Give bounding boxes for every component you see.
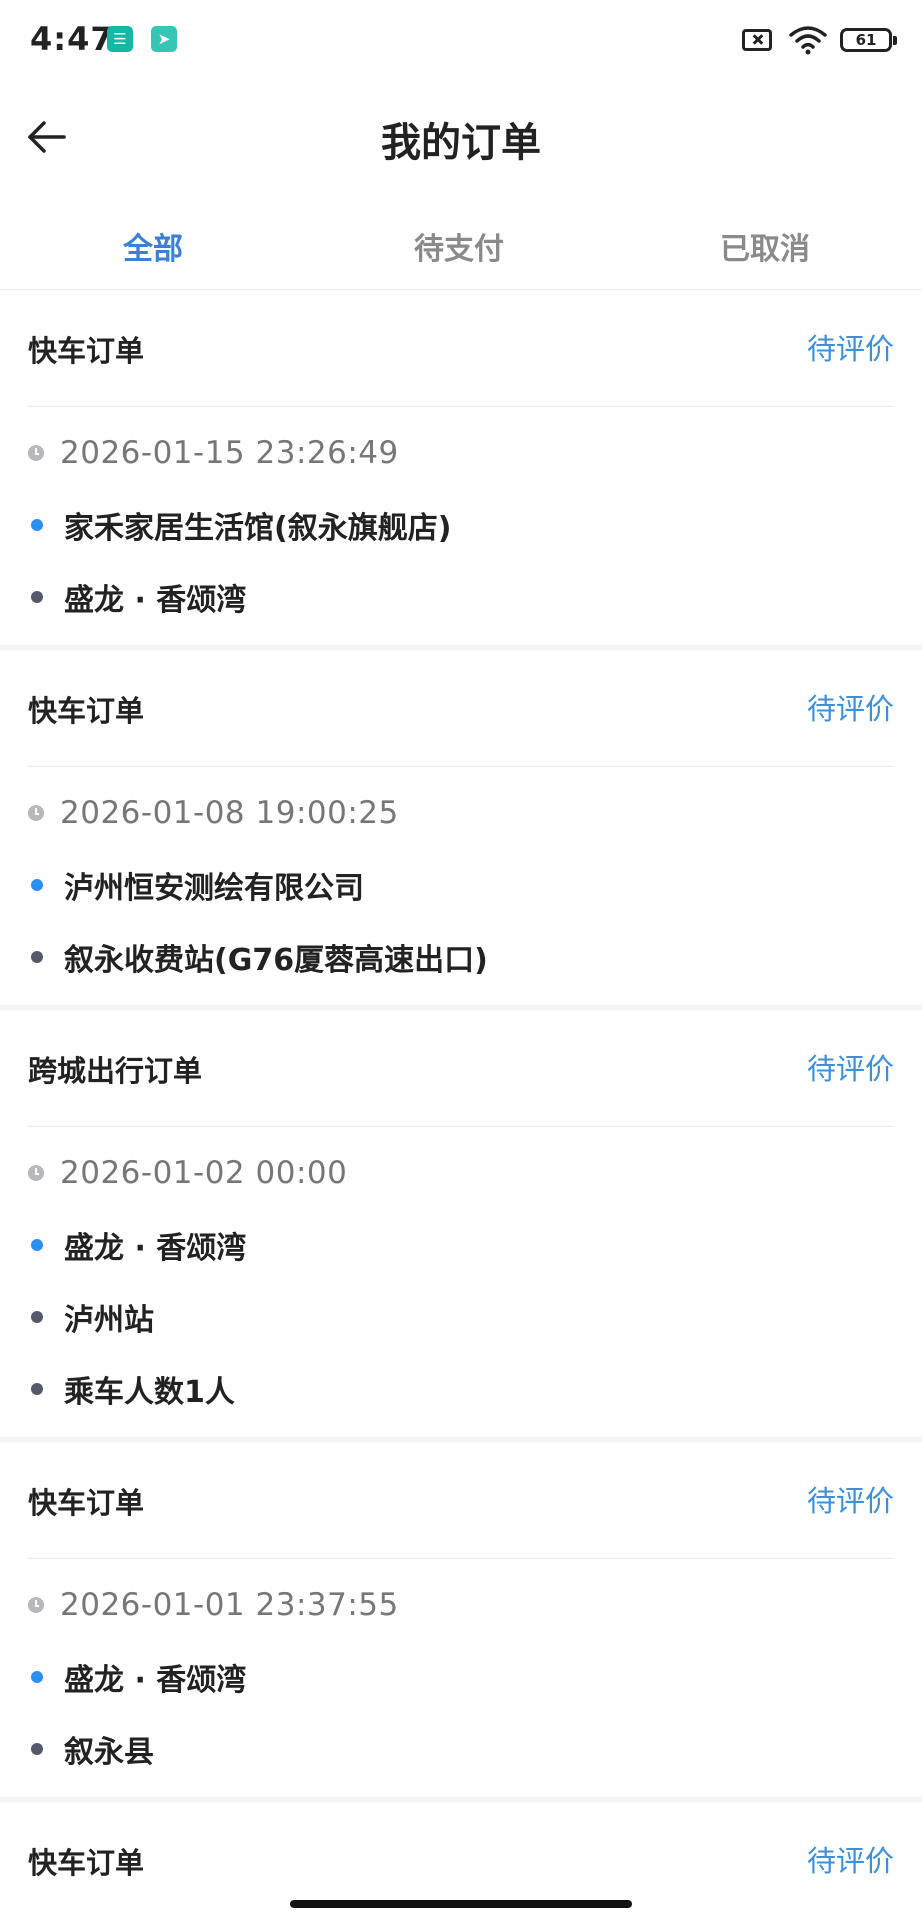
order-time: 2026-01-08 19:00:25 — [60, 795, 399, 831]
passenger-count: 乘车人数1人 — [64, 1375, 235, 1410]
order-type: 快车订单 — [28, 1486, 145, 1520]
start-dot-icon — [31, 879, 43, 891]
order-status[interactable]: 待评价 — [807, 1046, 894, 1088]
status-icons: 61 — [742, 24, 897, 56]
order-type: 快车订单 — [28, 1846, 145, 1880]
passenger-count-row: 乘车人数1人 — [28, 1353, 894, 1425]
order-header: 快车订单 待评价 — [28, 1442, 894, 1559]
end-point: 叙永收费站(G76厦蓉高速出口) — [64, 943, 488, 978]
notification-app-icon: ☰ — [107, 26, 133, 52]
info-dot-icon — [31, 1383, 43, 1395]
order-card[interactable]: 快车订单 待评价 2026-01-08 19:00:25 泸州恒安测绘有限公司 … — [0, 650, 922, 1019]
start-dot-icon — [31, 1671, 43, 1683]
end-dot-icon — [31, 1311, 43, 1323]
start-dot-icon — [31, 1239, 43, 1251]
order-status[interactable]: 待评价 — [807, 1838, 894, 1880]
order-time: 2026-01-15 23:26:49 — [60, 435, 399, 471]
order-body: 2026-01-15 23:26:49 家禾家居生活馆(叙永旗舰店) 盛龙 · … — [0, 417, 922, 645]
status-bar: 4:47 ☰ ➤ 61 — [0, 0, 922, 80]
order-time: 2026-01-02 00:00 — [60, 1155, 348, 1191]
end-dot-icon — [31, 1743, 43, 1755]
end-point: 泸州站 — [64, 1303, 154, 1338]
start-point-row: 盛龙 · 香颂湾 — [28, 1209, 894, 1281]
end-dot-icon — [31, 951, 43, 963]
order-time-row: 2026-01-08 19:00:25 — [28, 777, 894, 849]
order-card[interactable]: 跨城出行订单 待评价 2026-01-02 00:00 盛龙 · 香颂湾 泸州站… — [0, 1010, 922, 1451]
sim-card-icon — [742, 29, 772, 51]
page-title: 我的订单 — [381, 120, 541, 166]
start-point: 泸州恒安测绘有限公司 — [64, 871, 364, 906]
tab-bar: 全部 待支付 已取消 — [0, 196, 922, 290]
order-card[interactable]: 快车订单 待评价 2026-01-15 23:26:49 家禾家居生活馆(叙永旗… — [0, 290, 922, 659]
end-dot-icon — [31, 591, 43, 603]
order-time-row: 2026-01-02 00:00 — [28, 1137, 894, 1209]
tab-cancelled[interactable]: 已取消 — [612, 224, 918, 268]
clock-icon — [28, 1597, 44, 1613]
start-point-row: 家禾家居生活馆(叙永旗舰店) — [28, 489, 894, 561]
order-status[interactable]: 待评价 — [807, 686, 894, 728]
order-header: 跨城出行订单 待评价 — [28, 1010, 894, 1127]
start-point: 家禾家居生活馆(叙永旗舰店) — [64, 511, 452, 546]
end-point-row: 泸州站 — [28, 1281, 894, 1353]
order-header: 快车订单 待评价 — [28, 290, 894, 407]
home-indicator[interactable] — [290, 1900, 632, 1908]
header: 我的订单 — [0, 80, 922, 196]
clock-icon — [28, 445, 44, 461]
tab-all[interactable]: 全部 — [0, 224, 306, 268]
order-status[interactable]: 待评价 — [807, 326, 894, 368]
order-body: 2026-01-02 00:00 盛龙 · 香颂湾 泸州站 乘车人数1人 — [0, 1137, 922, 1437]
order-body: 2026-01-08 19:00:25 泸州恒安测绘有限公司 叙永收费站(G76… — [0, 777, 922, 1005]
order-type: 跨城出行订单 — [28, 1054, 203, 1088]
navigation-icon: ➤ — [151, 26, 177, 52]
end-point-row: 盛龙 · 香颂湾 — [28, 561, 894, 633]
start-dot-icon — [31, 519, 43, 531]
order-body: 2026-01-01 23:37:55 盛龙 · 香颂湾 叙永县 — [0, 1569, 922, 1797]
order-time-row: 2026-01-01 23:37:55 — [28, 1569, 894, 1641]
end-point-row: 叙永县 — [28, 1713, 894, 1785]
clock-icon — [28, 1165, 44, 1181]
status-time: 4:47 — [30, 20, 114, 58]
order-time-row: 2026-01-15 23:26:49 — [28, 417, 894, 489]
start-point-row: 盛龙 · 香颂湾 — [28, 1641, 894, 1713]
battery-icon: 61 — [840, 28, 897, 52]
end-point: 叙永县 — [64, 1735, 154, 1770]
order-header: 快车订单 待评价 — [28, 650, 894, 767]
order-status[interactable]: 待评价 — [807, 1478, 894, 1520]
end-point: 盛龙 · 香颂湾 — [64, 583, 247, 618]
end-point-row: 叙永收费站(G76厦蓉高速出口) — [28, 921, 894, 993]
order-time: 2026-01-01 23:37:55 — [60, 1587, 399, 1623]
order-type: 快车订单 — [28, 334, 145, 368]
order-card[interactable]: 快车订单 待评价 2026-01-01 23:37:55 盛龙 · 香颂湾 叙永… — [0, 1442, 922, 1811]
order-type: 快车订单 — [28, 694, 145, 728]
clock-icon — [28, 805, 44, 821]
wifi-icon — [789, 26, 827, 55]
tab-pending-payment[interactable]: 待支付 — [306, 224, 612, 268]
start-point: 盛龙 · 香颂湾 — [64, 1663, 247, 1698]
start-point-row: 泸州恒安测绘有限公司 — [28, 849, 894, 921]
start-point: 盛龙 · 香颂湾 — [64, 1231, 247, 1266]
